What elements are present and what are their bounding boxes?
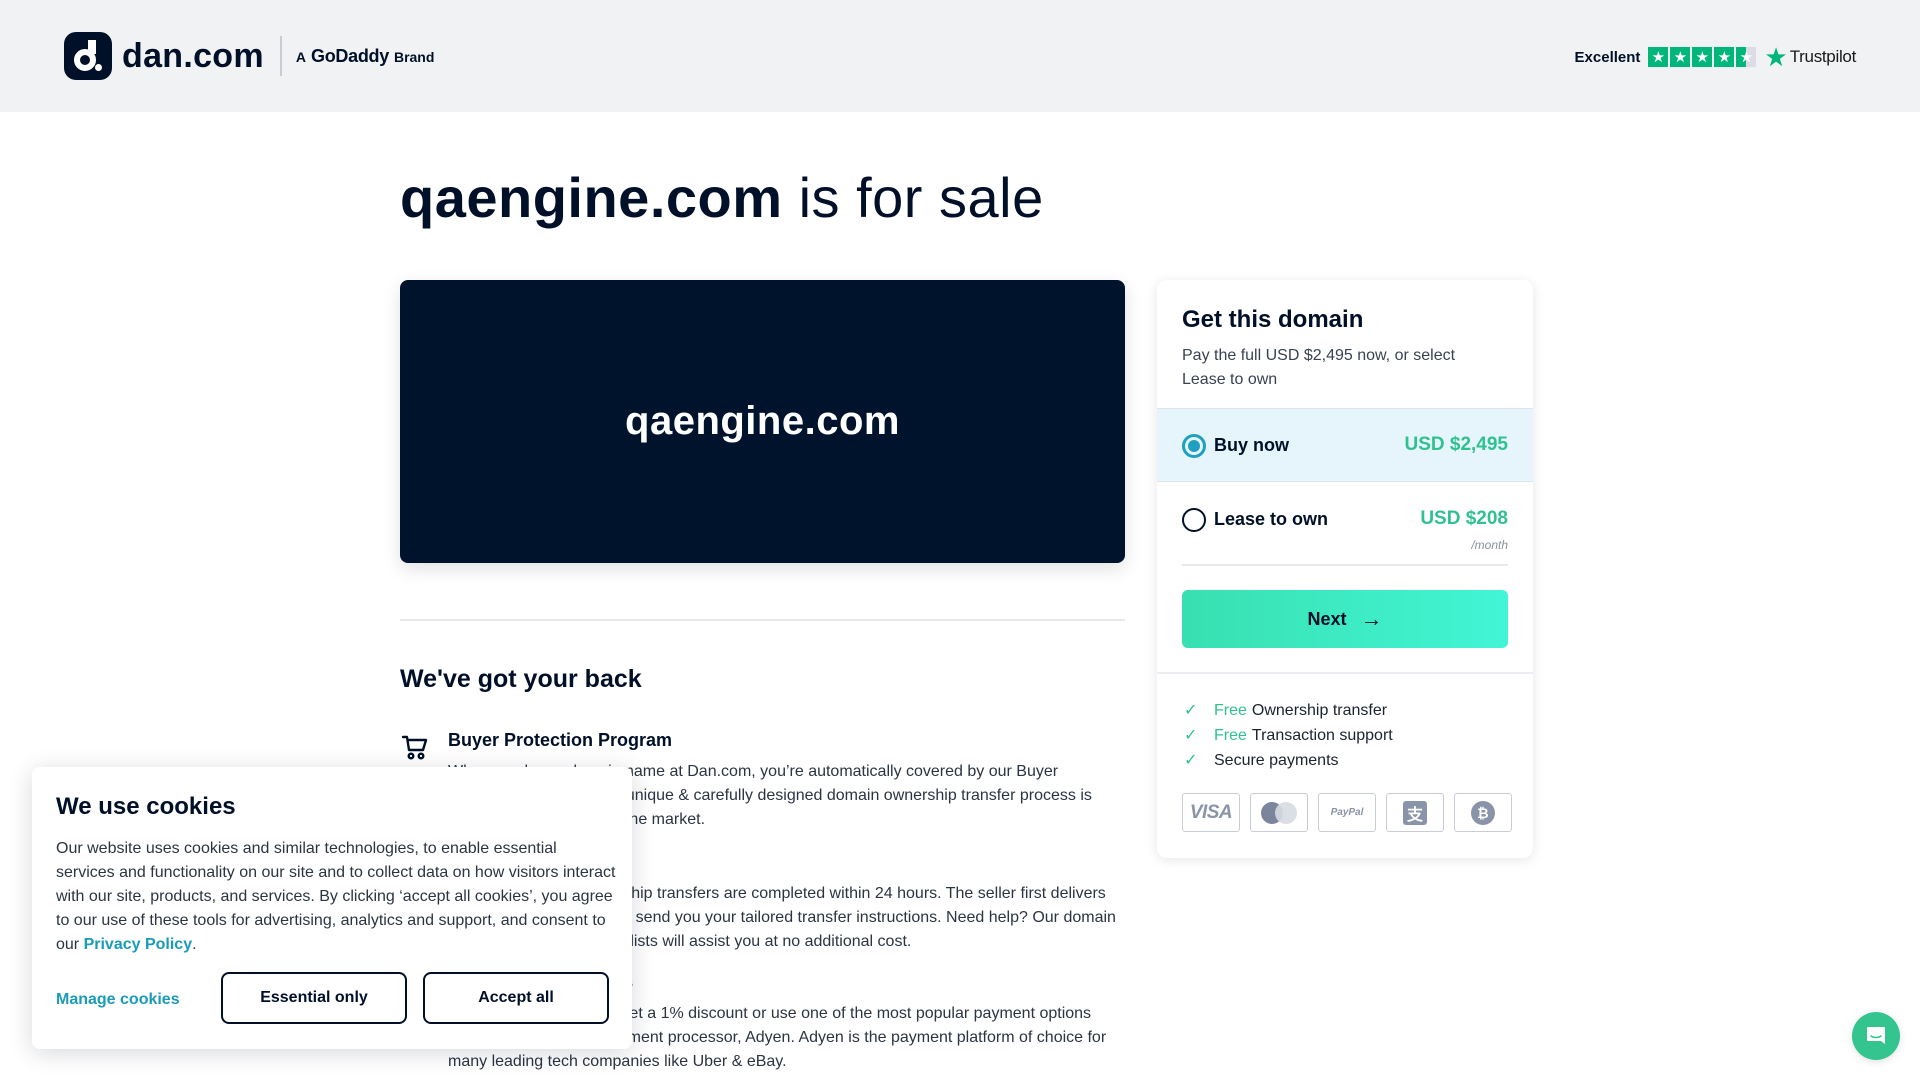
site-header: dan.com A GoDaddy Brand Excellent ★ ★ ★ … [0,0,1920,112]
logo-text: dan.com [122,36,264,75]
radio-unselected[interactable] [1182,508,1206,532]
payment-methods: VISA PayPal 支 ₿ [1182,793,1512,832]
purchase-title: Get this domain [1182,306,1364,333]
perk-item: ✓ Free Transaction support [1184,723,1393,748]
section-divider [400,619,1125,621]
option-period: /month [1471,538,1508,552]
chat-icon [1867,1027,1885,1044]
accept-all-button[interactable]: Accept all [423,972,609,1024]
logo-divider [279,36,282,76]
visa-label: VISA [1189,801,1233,823]
cookie-banner: We use cookies Our website uses cookies … [32,767,632,1049]
arrow-right-icon: → [1360,606,1383,631]
rating-stars: ★ ★ ★ ★ ★ [1648,47,1757,67]
chat-button[interactable] [1852,1012,1900,1060]
checkmark-icon: ✓ [1184,727,1198,744]
radio-selected[interactable] [1182,434,1206,458]
trustpilot-star-icon: ★ [1764,42,1788,72]
rating-label: Excellent [1574,48,1641,66]
perk-text: Ownership transfer [1251,702,1388,719]
brand-name: GoDaddy [311,45,389,66]
godaddy-brand: A GoDaddy Brand [296,46,435,67]
alipay-glyph: 支 [1403,800,1427,825]
bitcoin-icon: ₿ [1454,793,1512,832]
option-divider [1182,564,1508,566]
half-star-icon: ★ [1736,47,1757,67]
paypal-label: PayPal [1330,807,1364,818]
brand-suffix: Brand [393,48,435,65]
option-label: Lease to own [1214,509,1329,529]
card-divider [1157,672,1533,674]
perk-item: ✓ Free Ownership transfer [1184,698,1393,723]
perk-text: Secure payments [1214,752,1339,769]
star-icon: ★ [1648,47,1669,67]
cookie-title: We use cookies [56,793,236,820]
checkmark-icon: ✓ [1184,702,1198,719]
mastercard-icon [1250,793,1308,832]
privacy-policy-link[interactable]: Privacy Policy [84,936,193,953]
domain-banner-text: qaengine.com [625,399,900,443]
dan-logo-icon [64,32,112,80]
visa-icon: VISA [1182,793,1240,832]
brand-prefix: A [295,48,307,65]
next-label: Next [1307,608,1347,629]
feature-title: Buyer Protection Program [448,730,673,750]
essential-only-button[interactable]: Essential only [221,972,407,1024]
star-icon: ★ [1714,47,1735,67]
star-icon: ★ [1692,47,1713,67]
perk-highlight: Free [1214,727,1247,744]
dan-logo[interactable]: dan.com A GoDaddy Brand [64,32,434,80]
trustpilot-logo: ★ Trustpilot [1764,44,1856,70]
purchase-subtitle: Pay the full USD $2,495 now, or select L… [1182,347,1456,388]
domain-banner: qaengine.com [400,280,1125,563]
option-label: Buy now [1214,435,1289,455]
option-buy-now[interactable]: Buy now USD $2,495 [1157,408,1533,482]
option-price: USD $2,495 [1404,434,1508,455]
perks-list: ✓ Free Ownership transfer ✓ Free Transac… [1184,698,1393,773]
title-suffix: is for sale [798,166,1044,229]
title-domain: qaengine.com [400,166,783,229]
page-title: qaengine.com is for sale [400,165,1044,230]
perk-item: ✓ Secure payments [1184,748,1393,773]
perk-text: Transaction support [1251,727,1393,744]
next-button[interactable]: Next → [1182,590,1508,648]
bitcoin-glyph: ₿ [1471,800,1495,825]
alipay-icon: 支 [1386,793,1444,832]
shopping-cart-icon [401,735,428,760]
star-icon: ★ [1670,47,1691,67]
manage-cookies-link[interactable]: Manage cookies [56,991,180,1009]
trustpilot-name: Trustpilot [1789,47,1857,66]
back-section-title: We've got your back [400,665,642,693]
paypal-icon: PayPal [1318,793,1376,832]
option-lease-to-own[interactable]: Lease to own USD $208 /month [1157,483,1533,565]
perk-highlight: Free [1214,702,1247,719]
purchase-card: Get this domain Pay the full USD $2,495 … [1157,280,1533,858]
trustpilot-rating[interactable]: Excellent ★ ★ ★ ★ ★ ★ Trustpilot [1574,44,1857,70]
cookie-text: Our website uses cookies and similar tec… [56,840,616,953]
option-price: USD $208 [1420,508,1508,529]
checkmark-icon: ✓ [1184,752,1198,769]
